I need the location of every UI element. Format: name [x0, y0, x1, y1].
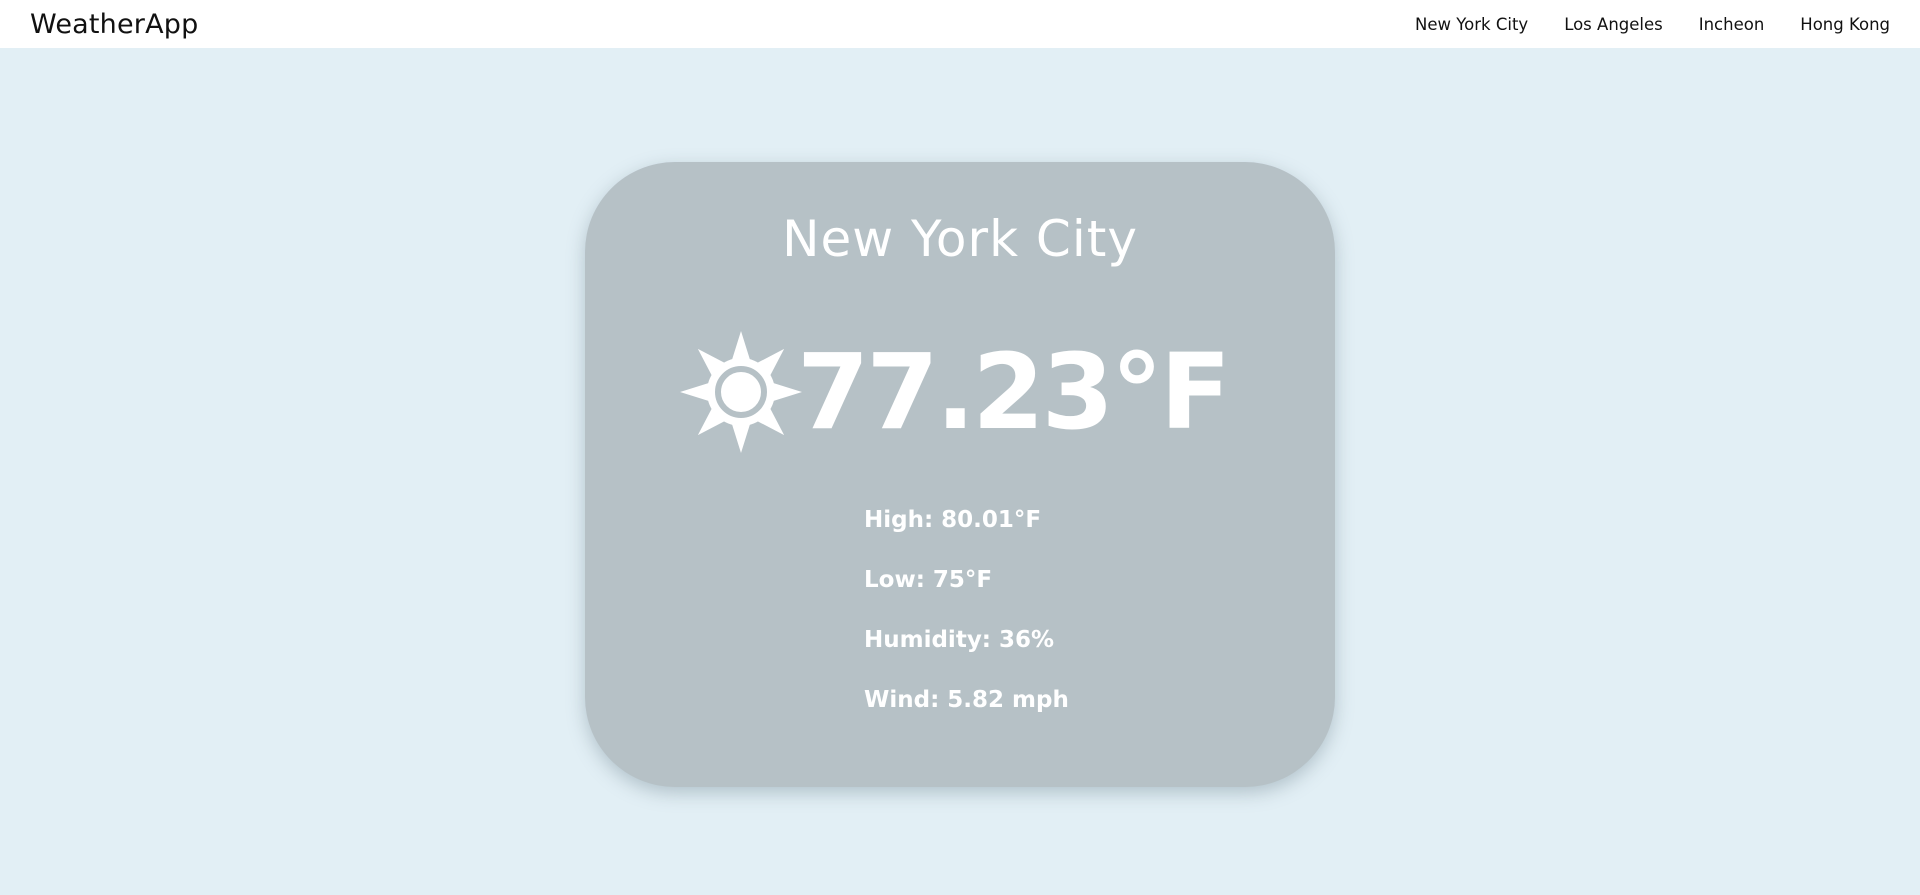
nav-link-new-york-city[interactable]: New York City: [1415, 15, 1528, 34]
temperature-row: 77.23°F: [679, 327, 1231, 457]
weather-card: New York City 77.23°F High: 80.01°F Low:…: [585, 162, 1335, 787]
nav-link-los-angeles[interactable]: Los Angeles: [1564, 15, 1663, 34]
city-title: New York City: [782, 210, 1138, 268]
nav-link-hong-kong[interactable]: Hong Kong: [1800, 15, 1890, 34]
low-temperature: Low: 75°F: [864, 567, 993, 593]
nav-link-incheon[interactable]: Incheon: [1699, 15, 1765, 34]
wind-speed: Wind: 5.82 mph: [864, 687, 1069, 713]
high-temperature: High: 80.01°F: [864, 507, 1042, 533]
app-brand[interactable]: WeatherApp: [30, 9, 198, 40]
weather-details: High: 80.01°F Low: 75°F Humidity: 36% Wi…: [864, 505, 1069, 745]
top-navbar: WeatherApp New York City Los Angeles Inc…: [0, 0, 1920, 48]
city-nav: New York City Los Angeles Incheon Hong K…: [1379, 15, 1890, 34]
sun-icon: [680, 331, 802, 453]
humidity: Humidity: 36%: [864, 627, 1055, 653]
current-temperature: 77.23°F: [797, 331, 1231, 453]
